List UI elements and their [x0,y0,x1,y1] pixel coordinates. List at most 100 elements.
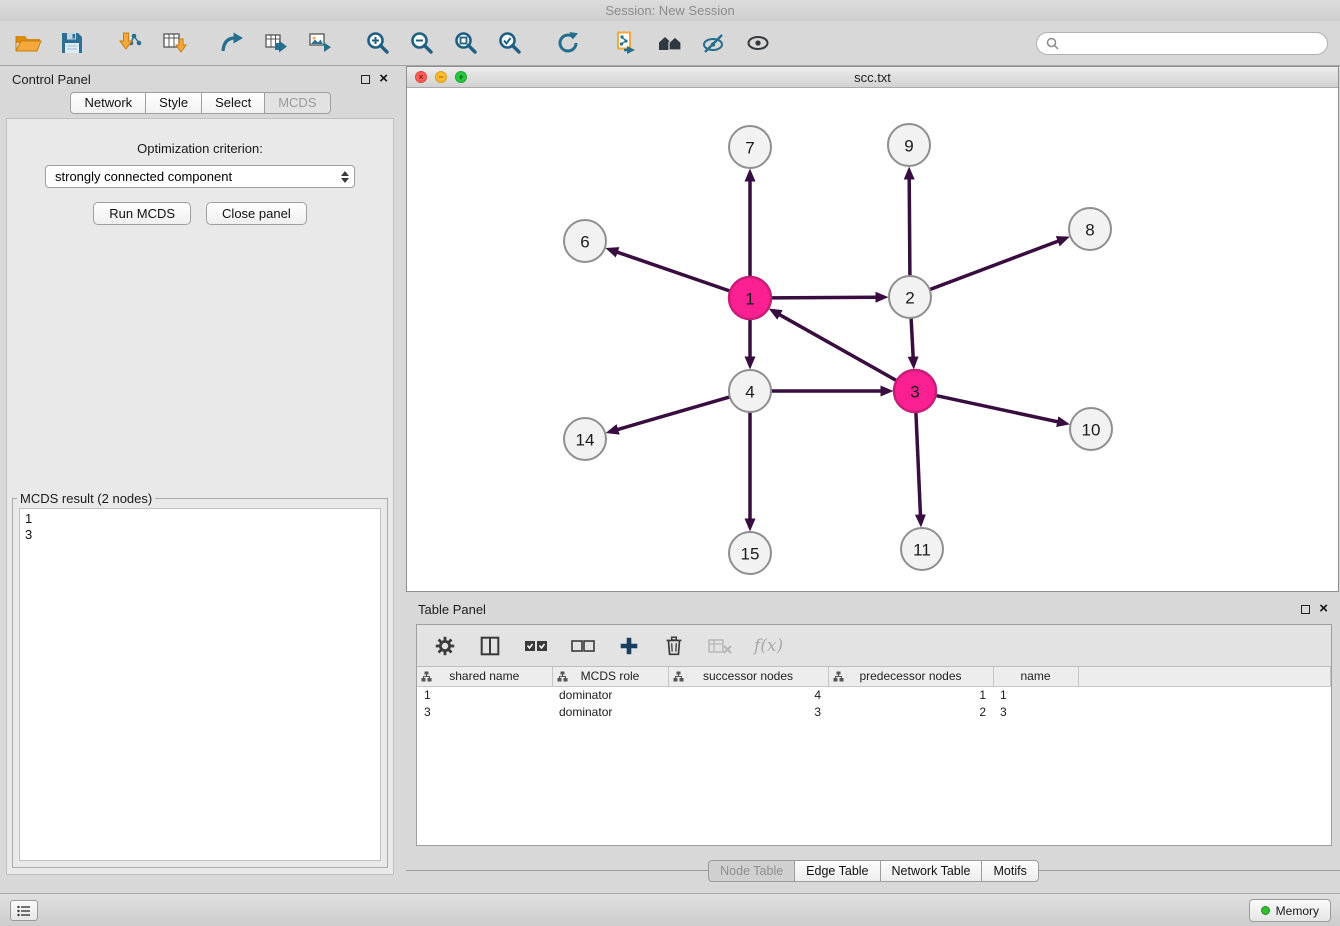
control-panel-float-button[interactable] [361,75,370,84]
window-zoom-button[interactable]: + [455,71,467,83]
graph-node-7[interactable]: 7 [729,126,771,168]
tab-network[interactable]: Network [70,92,146,114]
graph-node-label: 7 [745,139,754,158]
table-settings-button[interactable] [433,633,457,659]
column-header-predecessor-nodes[interactable]: predecessor nodes [828,667,993,686]
show-details-button[interactable] [742,27,774,59]
network-canvas[interactable]: 7 9 6 8 1 2 4 3 14 10 15 11 [407,88,1338,591]
tab-motifs[interactable]: Motifs [981,860,1038,882]
save-session-button[interactable] [56,27,88,59]
graph-node-3[interactable]: 3 [894,370,936,412]
run-mcds-button[interactable]: Run MCDS [93,202,191,225]
clone-network-button[interactable] [610,27,642,59]
graph-edge-2-9[interactable] [909,178,910,276]
delete-column-button[interactable] [662,633,686,659]
graph-node-9[interactable]: 9 [888,124,930,166]
import-network-button[interactable] [114,27,146,59]
open-file-button[interactable] [12,27,44,59]
search-box[interactable] [1036,32,1328,55]
cell-shared-name[interactable]: 3 [417,703,552,720]
titlebar: Session: New Session [0,0,1340,21]
graph-edge-4-14[interactable] [617,397,730,430]
window-minimize-button[interactable]: − [435,71,447,83]
hide-details-button[interactable] [698,27,730,59]
control-panel-tabs: Network Style Select MCDS [0,92,400,114]
tab-style[interactable]: Style [145,92,202,114]
export-table-button[interactable] [260,27,292,59]
save-icon [59,30,85,56]
tab-node-table[interactable]: Node Table [708,860,795,882]
mcds-result-list[interactable]: 1 3 [19,508,381,861]
graph-edge-1-6[interactable] [616,252,730,291]
refresh-icon [555,30,581,56]
graph-node-label: 6 [580,233,589,252]
graph-node-14[interactable]: 14 [564,418,606,460]
import-table-button[interactable] [158,27,190,59]
cell-name[interactable]: 1 [993,686,1078,703]
select-all-rows-button[interactable] [523,633,549,659]
refresh-button[interactable] [552,27,584,59]
column-header-shared-name[interactable]: shared name [417,667,552,686]
export-network-button[interactable] [216,27,248,59]
tab-edge-table[interactable]: Edge Table [794,860,880,882]
graph-node-15[interactable]: 15 [729,532,771,574]
graph-node-2[interactable]: 2 [889,276,931,318]
table-row[interactable]: 1 dominator 4 1 1 [417,686,1331,703]
criterion-select[interactable]: strongly connected component [45,165,355,188]
export-network-icon [219,30,245,56]
toggle-column-panel-button[interactable] [478,633,502,659]
graph-edge-1-2[interactable] [771,297,877,298]
graph-node-label: 11 [913,541,931,560]
deselect-all-rows-button[interactable] [570,633,596,659]
cell-mcds-role[interactable]: dominator [552,703,668,720]
network-view-title: scc.txt [407,70,1338,85]
zoom-fit-button[interactable] [450,27,482,59]
table-row[interactable]: 3 dominator 3 2 3 [417,703,1331,720]
tab-mcds[interactable]: MCDS [264,92,330,114]
cell-name[interactable]: 3 [993,703,1078,720]
graph-edge-3-11[interactable] [916,412,921,516]
task-history-button[interactable] [10,900,38,921]
graph-node-8[interactable]: 8 [1069,208,1111,250]
add-column-button[interactable] [617,633,641,659]
cell-predecessor-nodes[interactable]: 2 [828,703,993,720]
zoom-selected-button[interactable] [494,27,526,59]
export-image-button[interactable] [304,27,336,59]
column-header-successor-nodes[interactable]: successor nodes [668,667,828,686]
graph-edge-2-8[interactable] [930,241,1060,290]
column-header-mcds-role[interactable]: MCDS role [552,667,668,686]
graph-node-11[interactable]: 11 [901,528,943,570]
cell-shared-name[interactable]: 1 [417,686,552,703]
zoom-out-button[interactable] [406,27,438,59]
close-mcds-panel-button[interactable]: Close panel [206,202,307,225]
graph-edge-3-10[interactable] [936,395,1059,422]
table-toolbar: f(x) [417,625,1331,667]
zoom-selected-icon [497,30,523,56]
graph-edge-3-1[interactable] [779,314,897,381]
graph-node-1[interactable]: 1 [729,277,771,319]
graph-node-4[interactable]: 4 [729,370,771,412]
control-panel-header: Control Panel × [0,66,400,92]
zoom-in-button[interactable] [362,27,394,59]
window-close-button[interactable]: × [415,71,427,83]
delete-table-button[interactable] [707,633,733,659]
first-neighbors-button[interactable] [654,27,686,59]
memory-button[interactable]: Memory [1249,899,1331,922]
status-bar: Memory [0,893,1340,926]
search-input[interactable] [1064,36,1318,50]
tab-select[interactable]: Select [201,92,265,114]
table-panel-float-button[interactable] [1301,605,1310,614]
table-panel-close-button[interactable]: × [1319,604,1328,614]
graph-edge-2-3[interactable] [911,318,913,358]
column-header-name[interactable]: name [993,667,1078,686]
graph-node-6[interactable]: 6 [564,220,606,262]
tab-network-table[interactable]: Network Table [880,860,983,882]
export-table-icon [263,30,289,56]
graph-node-10[interactable]: 10 [1070,408,1112,450]
cell-predecessor-nodes[interactable]: 1 [828,686,993,703]
cell-successor-nodes[interactable]: 3 [668,703,828,720]
cell-successor-nodes[interactable]: 4 [668,686,828,703]
function-builder-button[interactable]: f(x) [754,633,783,659]
cell-mcds-role[interactable]: dominator [552,686,668,703]
control-panel-close-button[interactable]: × [379,74,388,84]
